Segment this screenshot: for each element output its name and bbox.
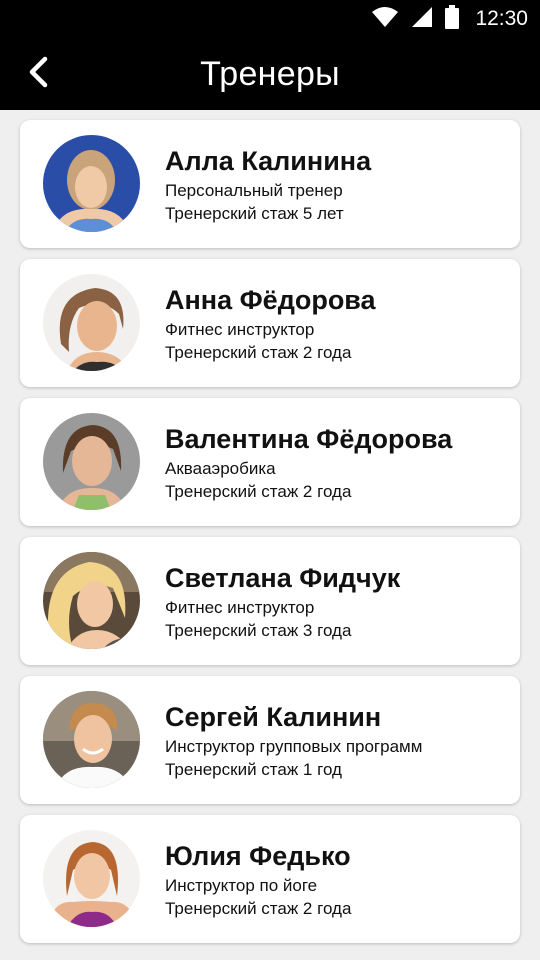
trainer-name: Валентина Фёдорова — [165, 424, 453, 454]
trainer-info: Валентина Фёдорова Аквааэробика Тренерск… — [165, 423, 510, 503]
trainer-avatar — [43, 135, 140, 232]
trainer-card[interactable]: Алла Калинина Персональный тренер Тренер… — [20, 120, 520, 248]
trainer-card[interactable]: Сергей Калинин Инструктор групповых прог… — [20, 676, 520, 804]
app-bar: Тренеры — [0, 38, 540, 110]
trainer-experience: Тренерский стаж 2 года — [165, 343, 352, 362]
trainer-role: Фитнес инструктор — [165, 598, 315, 617]
trainer-avatar — [43, 552, 140, 649]
trainer-list: Алла Калинина Персональный тренер Тренер… — [20, 120, 520, 954]
trainer-name: Светлана Фидчук — [165, 563, 401, 593]
trainer-role: Аквааэробика — [165, 459, 276, 478]
back-arrow-icon — [26, 56, 50, 93]
trainer-experience: Тренерский стаж 2 года — [165, 899, 352, 918]
trainer-avatar — [43, 413, 140, 510]
battery-icon — [445, 4, 460, 34]
trainer-info: Юлия Федько Инструктор по йоге Тренерски… — [165, 840, 510, 920]
trainer-info: Сергей Калинин Инструктор групповых прог… — [165, 701, 510, 781]
page-title: Тренеры — [200, 54, 340, 93]
trainer-name: Анна Фёдорова — [165, 285, 376, 315]
back-button[interactable] — [14, 46, 62, 102]
trainer-experience: Тренерский стаж 1 год — [165, 760, 342, 779]
wifi-icon — [371, 6, 399, 33]
status-icons: 12:30 — [371, 0, 528, 38]
trainer-card[interactable]: Светлана Фидчук Фитнес инструктор Тренер… — [20, 537, 520, 665]
trainer-info: Алла Калинина Персональный тренер Тренер… — [165, 145, 510, 225]
status-bar: 12:30 — [0, 0, 540, 38]
trainer-avatar — [43, 691, 140, 788]
trainer-card[interactable]: Валентина Фёдорова Аквааэробика Тренерск… — [20, 398, 520, 526]
trainer-avatar — [43, 274, 140, 371]
trainer-experience: Тренерский стаж 3 года — [165, 621, 352, 640]
trainer-role: Фитнес инструктор — [165, 320, 315, 339]
trainer-card[interactable]: Анна Фёдорова Фитнес инструктор Тренерск… — [20, 259, 520, 387]
trainer-avatar — [43, 830, 140, 927]
trainer-name: Алла Калинина — [165, 146, 372, 176]
trainer-name: Сергей Калинин — [165, 702, 382, 732]
trainer-card[interactable]: Юлия Федько Инструктор по йоге Тренерски… — [20, 815, 520, 943]
trainer-info: Светлана Фидчук Фитнес инструктор Тренер… — [165, 562, 510, 642]
status-time: 12:30 — [475, 7, 528, 30]
trainer-experience: Тренерский стаж 5 лет — [165, 204, 344, 223]
cell-signal-icon — [411, 6, 433, 33]
trainer-experience: Тренерский стаж 2 года — [165, 482, 352, 501]
trainer-name: Юлия Федько — [165, 841, 351, 871]
trainer-role: Персональный тренер — [165, 181, 343, 200]
trainer-role: Инструктор групповых программ — [165, 737, 423, 756]
trainer-role: Инструктор по йоге — [165, 876, 318, 895]
trainer-info: Анна Фёдорова Фитнес инструктор Тренерск… — [165, 284, 510, 364]
